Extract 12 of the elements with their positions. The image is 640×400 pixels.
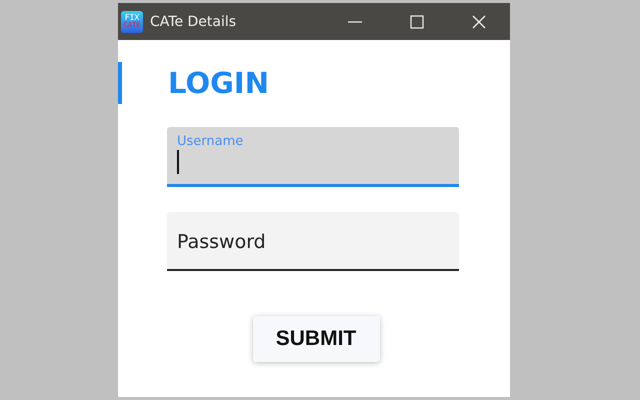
text-cursor	[177, 150, 178, 174]
accent-bar	[118, 62, 122, 104]
close-icon	[472, 14, 486, 28]
window-title: CATe Details	[150, 14, 238, 30]
maximize-icon	[410, 14, 424, 28]
minimize-icon	[348, 20, 362, 22]
field-label: Username	[177, 134, 244, 149]
login-heading: LOGIN	[168, 66, 269, 100]
app-icon-text: FIX	[124, 14, 140, 22]
submit-button[interactable]: SUBMIT	[252, 316, 380, 362]
field-placeholder: Password	[177, 231, 266, 253]
input-field[interactable]: Password	[167, 212, 459, 271]
